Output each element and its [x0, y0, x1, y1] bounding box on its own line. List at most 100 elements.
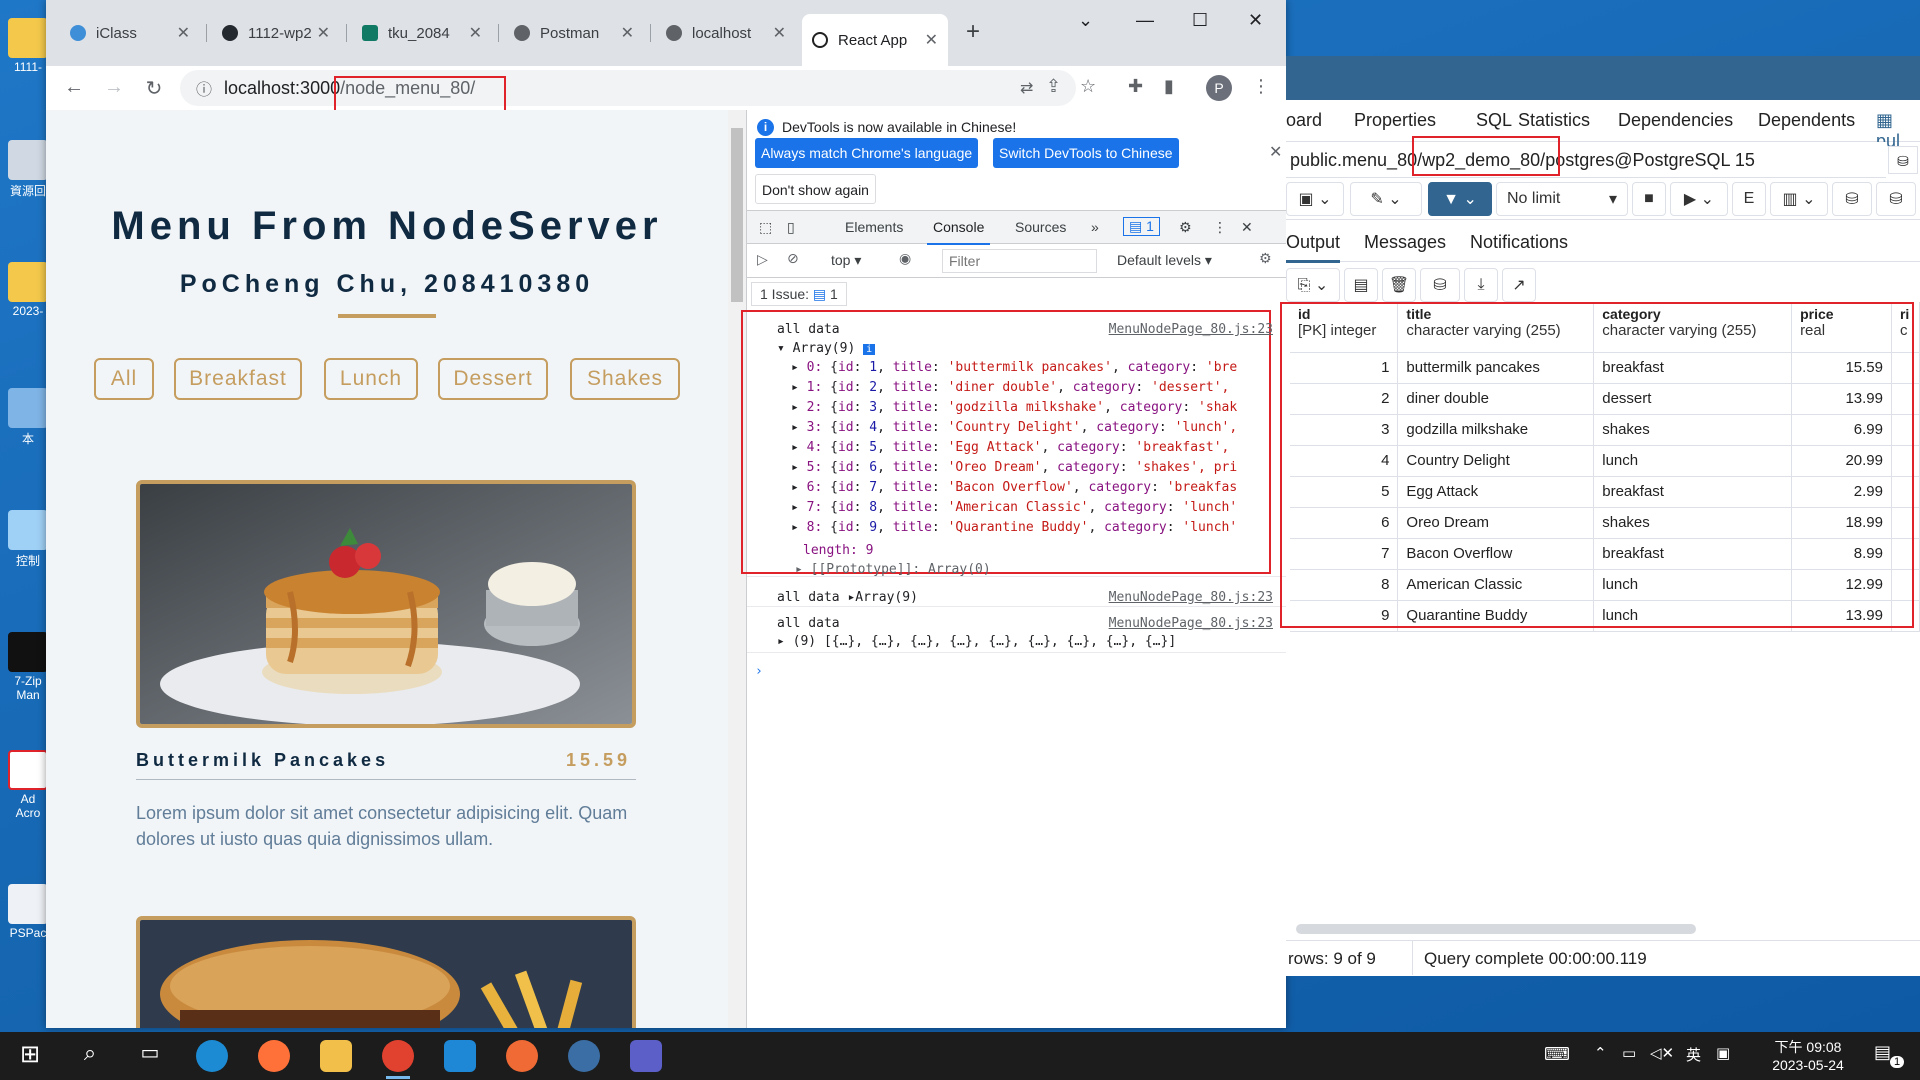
postman-icon[interactable]: [506, 1040, 538, 1072]
filter-button-breakfast[interactable]: Breakfast: [174, 358, 302, 400]
close-tab-icon[interactable]: ✕: [177, 23, 190, 43]
ime-indicator[interactable]: 英: [1686, 1044, 1701, 1065]
extensions-icon[interactable]: ✚: [1128, 76, 1143, 97]
close-tab-icon[interactable]: ✕: [773, 23, 786, 43]
chrome-icon[interactable]: [382, 1040, 414, 1079]
connection-status-icon[interactable]: ⛁: [1888, 146, 1918, 174]
context-selector[interactable]: top ▾: [831, 252, 861, 269]
edge-icon[interactable]: [196, 1040, 228, 1072]
array-row[interactable]: ▸ 1: {id: 2, title: 'diner double', cate…: [791, 380, 1229, 395]
windows-start-icon[interactable]: ⊞: [14, 1040, 46, 1072]
desktop-icon-this-pc[interactable]: 本: [8, 388, 48, 447]
log-levels-dropdown[interactable]: Default levels ▾: [1117, 252, 1212, 269]
desktop-icon-acrobat[interactable]: Ad Acro: [8, 750, 48, 820]
stop-icon[interactable]: ■: [1632, 182, 1666, 216]
task-view-icon[interactable]: ▭: [134, 1040, 166, 1072]
array-row[interactable]: ▸ 6: {id: 7, title: 'Bacon Overflow', ca…: [791, 480, 1237, 495]
console-source-link[interactable]: MenuNodePage_80.js:23: [1109, 322, 1273, 337]
array-row[interactable]: ▸ 8: {id: 9, title: 'Quarantine Buddy', …: [791, 520, 1237, 535]
teams-icon[interactable]: [630, 1040, 662, 1072]
tab-properties[interactable]: Properties: [1354, 110, 1436, 131]
array-prototype[interactable]: ▸ [[Prototype]]: Array(0): [795, 562, 991, 577]
notification-center-icon[interactable]: ▤: [1874, 1042, 1891, 1063]
filter-button-all[interactable]: All: [94, 358, 154, 400]
desktop-icon-recycle-bin[interactable]: 資源回: [8, 140, 48, 199]
close-tab-icon[interactable]: ✕: [469, 23, 482, 43]
ime-mode-icon[interactable]: ▣: [1716, 1044, 1730, 1062]
tab-sources[interactable]: Sources: [1015, 219, 1066, 235]
close-notice-icon[interactable]: ✕: [1269, 142, 1282, 162]
more-tabs-icon[interactable]: »: [1091, 219, 1099, 235]
console-log-3[interactable]: ▸ (9) [{…}, {…}, {…}, {…}, {…}, {…}, {…}…: [777, 634, 1176, 649]
address-bar[interactable]: ⓘ localhost:3000/node_menu_80/ ⇄: [180, 70, 1076, 106]
graph-visualiser-icon[interactable]: ↗: [1502, 268, 1536, 302]
bookmark-star-icon[interactable]: ☆: [1080, 76, 1096, 97]
array-row[interactable]: ▸ 0: {id: 1, title: 'buttermilk pancakes…: [791, 360, 1237, 375]
volume-muted-icon[interactable]: ◁✕: [1650, 1044, 1674, 1062]
array-row[interactable]: ▸ 4: {id: 5, title: 'Egg Attack', catego…: [791, 440, 1229, 455]
close-devtools-icon[interactable]: ✕: [1241, 219, 1253, 236]
array-row[interactable]: ▸ 2: {id: 3, title: 'godzilla milkshake'…: [791, 400, 1237, 415]
tab-react-app[interactable]: React App ✕: [802, 14, 948, 66]
switch-devtools-chinese-button[interactable]: Switch DevTools to Chinese: [993, 138, 1179, 168]
desktop-icon-folder-1111[interactable]: 1111-: [8, 18, 48, 74]
pgadmin-elephant-icon[interactable]: [568, 1040, 600, 1072]
copy-button[interactable]: ⎘ ⌄: [1286, 268, 1340, 302]
always-match-language-button[interactable]: Always match Chrome's language: [755, 138, 979, 168]
grid-horizontal-scrollbar[interactable]: [1296, 924, 1696, 934]
close-tab-icon[interactable]: ✕: [621, 23, 634, 43]
live-expression-eye-icon[interactable]: ◉: [899, 250, 911, 267]
maximize-icon[interactable]: ☐: [1192, 10, 1208, 31]
console-log-2[interactable]: all data ▸Array(9): [777, 590, 918, 605]
commit-icon[interactable]: ⛁: [1832, 182, 1872, 216]
console-source-link-2[interactable]: MenuNodePage_80.js:23: [1109, 590, 1273, 605]
execute-button[interactable]: ▶ ⌄: [1670, 182, 1728, 216]
close-window-icon[interactable]: ✕: [1248, 10, 1263, 31]
delete-icon[interactable]: 🗑: [1382, 268, 1416, 302]
back-icon[interactable]: ←: [56, 76, 92, 99]
row-limit-select[interactable]: No limit ▾: [1496, 182, 1628, 216]
save-data-icon[interactable]: ⛁: [1420, 268, 1460, 302]
file-explorer-icon[interactable]: [320, 1040, 352, 1072]
tab-console[interactable]: Console: [926, 219, 991, 245]
translate-icon[interactable]: ⇄: [1020, 78, 1033, 98]
paste-icon[interactable]: ▤: [1344, 268, 1378, 302]
device-toolbar-icon[interactable]: ▯: [787, 219, 795, 236]
minimize-icon[interactable]: —: [1136, 10, 1154, 31]
profile-avatar[interactable]: P: [1206, 75, 1232, 101]
array-row[interactable]: ▸ 7: {id: 8, title: 'American Classic', …: [791, 500, 1237, 515]
desktop-icon-control-panel[interactable]: 控制: [8, 510, 48, 569]
tab-github[interactable]: 1112-wp2 ✕: [212, 14, 340, 52]
tab-notifications[interactable]: Notifications: [1470, 232, 1568, 253]
clear-console-icon[interactable]: ⊘: [787, 250, 799, 267]
tab-dependents[interactable]: Dependents: [1758, 110, 1855, 131]
clock-date[interactable]: 2023-05-24: [1762, 1057, 1854, 1073]
download-icon[interactable]: ⤓: [1464, 268, 1498, 302]
rollback-icon[interactable]: ⛁: [1876, 182, 1916, 216]
issues-counter[interactable]: 1 Issue: ▤ 1: [751, 282, 847, 306]
tab-postman[interactable]: Postman ✕: [504, 14, 644, 52]
dont-show-again-button[interactable]: Don't show again: [755, 174, 876, 204]
close-tab-icon[interactable]: ✕: [925, 30, 938, 50]
console-source-link-3[interactable]: MenuNodePage_80.js:23: [1109, 616, 1273, 631]
desktop-icon-folder-2023[interactable]: 2023-: [8, 262, 48, 318]
more-menu-icon[interactable]: ⋮: [1252, 76, 1270, 97]
tab-iclass[interactable]: iClass ✕: [60, 14, 200, 52]
save-file-button[interactable]: ▣ ⌄: [1286, 182, 1344, 216]
tab-localhost[interactable]: localhost ✕: [656, 14, 796, 52]
side-panel-icon[interactable]: ▮: [1164, 76, 1174, 97]
tab-elements[interactable]: Elements: [845, 219, 903, 235]
issues-badge[interactable]: ▤ 1: [1123, 217, 1160, 236]
customize-menu-icon[interactable]: ⋮: [1213, 219, 1227, 236]
explain-icon[interactable]: E: [1732, 182, 1766, 216]
firefox-icon[interactable]: [258, 1040, 290, 1072]
console-prompt[interactable]: ›: [755, 664, 763, 679]
desktop-icon-pspad[interactable]: PSPac: [8, 884, 48, 940]
sidebar-toggle-icon[interactable]: ▷: [757, 251, 768, 268]
settings-icon[interactable]: ⚙: [1179, 219, 1192, 236]
tab-search-icon[interactable]: ⌄: [1078, 10, 1093, 31]
tab-dashboard[interactable]: oard: [1286, 110, 1322, 131]
console-settings-icon[interactable]: ⚙: [1259, 250, 1272, 267]
share-icon[interactable]: ⇪: [1046, 76, 1061, 97]
tab-dependencies[interactable]: Dependencies: [1618, 110, 1733, 131]
